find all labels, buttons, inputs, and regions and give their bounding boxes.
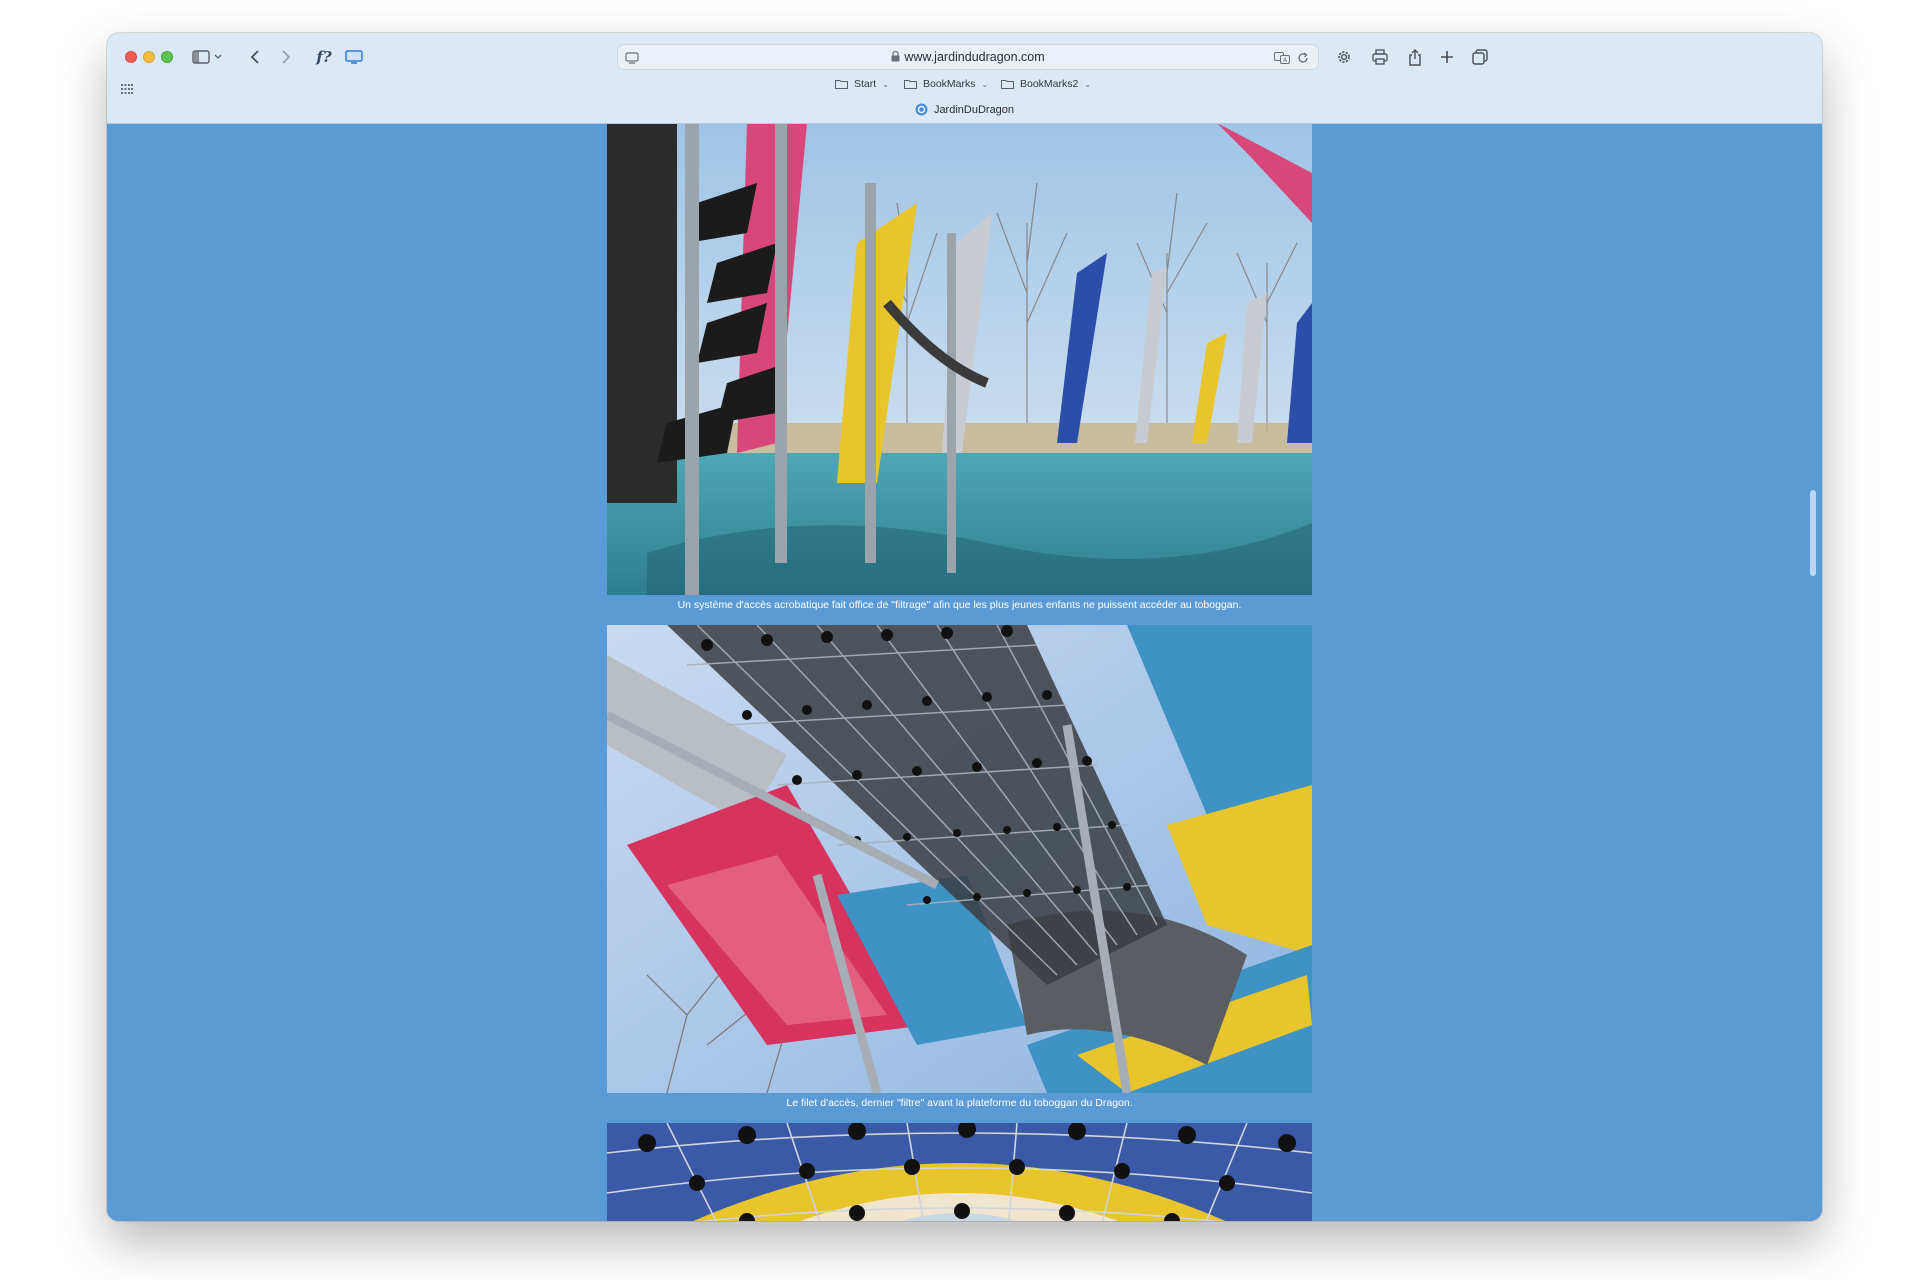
folder-icon bbox=[1001, 80, 1014, 89]
url-field[interactable]: www.jardindudragon.com bbox=[618, 50, 1318, 65]
tabs-overview-icon[interactable] bbox=[1468, 45, 1492, 69]
bookmark-label: BookMarks2 bbox=[1020, 78, 1079, 90]
photo-caption: Le filet d'accès, dernier "filtre" avant… bbox=[786, 1097, 1133, 1109]
chevron-down-icon[interactable] bbox=[211, 45, 225, 69]
new-tab-icon[interactable] bbox=[1435, 45, 1459, 69]
photo-column: Un système d'accès acrobatique fait offi… bbox=[607, 124, 1312, 1221]
photo-access-net bbox=[607, 625, 1312, 1093]
bookmark-bookmarks2[interactable]: BookMarks2 ⌄ bbox=[1001, 78, 1091, 90]
chevron-down-icon: ⌄ bbox=[981, 79, 989, 89]
browser-window: f? www.jardindudragon.com A Start ⌄ Book… bbox=[107, 33, 1822, 1221]
chevron-down-icon: ⌄ bbox=[1084, 79, 1092, 89]
vertical-scrollbar[interactable] bbox=[1810, 490, 1816, 576]
close-window-button[interactable] bbox=[125, 51, 137, 63]
share-icon[interactable] bbox=[1403, 45, 1427, 69]
screen-icon[interactable] bbox=[342, 45, 366, 69]
chevron-down-icon: ⌄ bbox=[882, 79, 889, 89]
active-tab[interactable]: JardinDuDragon bbox=[107, 103, 1822, 116]
back-icon[interactable] bbox=[243, 45, 267, 69]
photo-acrobatic-access bbox=[607, 124, 1312, 595]
photo-caption: Un système d'accès acrobatique fait offi… bbox=[677, 599, 1242, 611]
photo-net-tunnel bbox=[607, 1123, 1312, 1221]
translate-icon[interactable]: A bbox=[1274, 51, 1290, 69]
bookmark-label: Start bbox=[854, 78, 877, 90]
forward-icon[interactable] bbox=[274, 45, 298, 69]
minimize-window-button[interactable] bbox=[143, 51, 155, 63]
folder-icon bbox=[835, 80, 848, 89]
address-bar[interactable]: www.jardindudragon.com A bbox=[617, 44, 1319, 70]
tab-title: JardinDuDragon bbox=[933, 103, 1015, 116]
reload-icon[interactable] bbox=[1297, 51, 1309, 69]
bookmarks-bar: Start ⌄ BookMarks ⌄ BookMarks2 ⌄ bbox=[107, 78, 1822, 98]
page-content[interactable]: Un système d'accès acrobatique fait offi… bbox=[107, 124, 1822, 1221]
url-text: www.jardindudragon.com bbox=[904, 50, 1045, 64]
sidebar-icon[interactable] bbox=[189, 45, 213, 69]
site-favicon-icon bbox=[915, 103, 928, 116]
folder-icon bbox=[904, 80, 917, 89]
zoom-window-button[interactable] bbox=[161, 51, 173, 63]
formula-icon[interactable]: f? bbox=[309, 45, 339, 69]
bookmark-bookmarks[interactable]: BookMarks ⌄ bbox=[904, 78, 988, 90]
bookmark-start[interactable]: Start ⌄ bbox=[835, 78, 889, 90]
bookmark-label: BookMarks bbox=[923, 78, 976, 90]
settings-icon[interactable] bbox=[1332, 45, 1356, 69]
print-icon[interactable] bbox=[1368, 45, 1392, 69]
lock-icon bbox=[891, 50, 900, 65]
